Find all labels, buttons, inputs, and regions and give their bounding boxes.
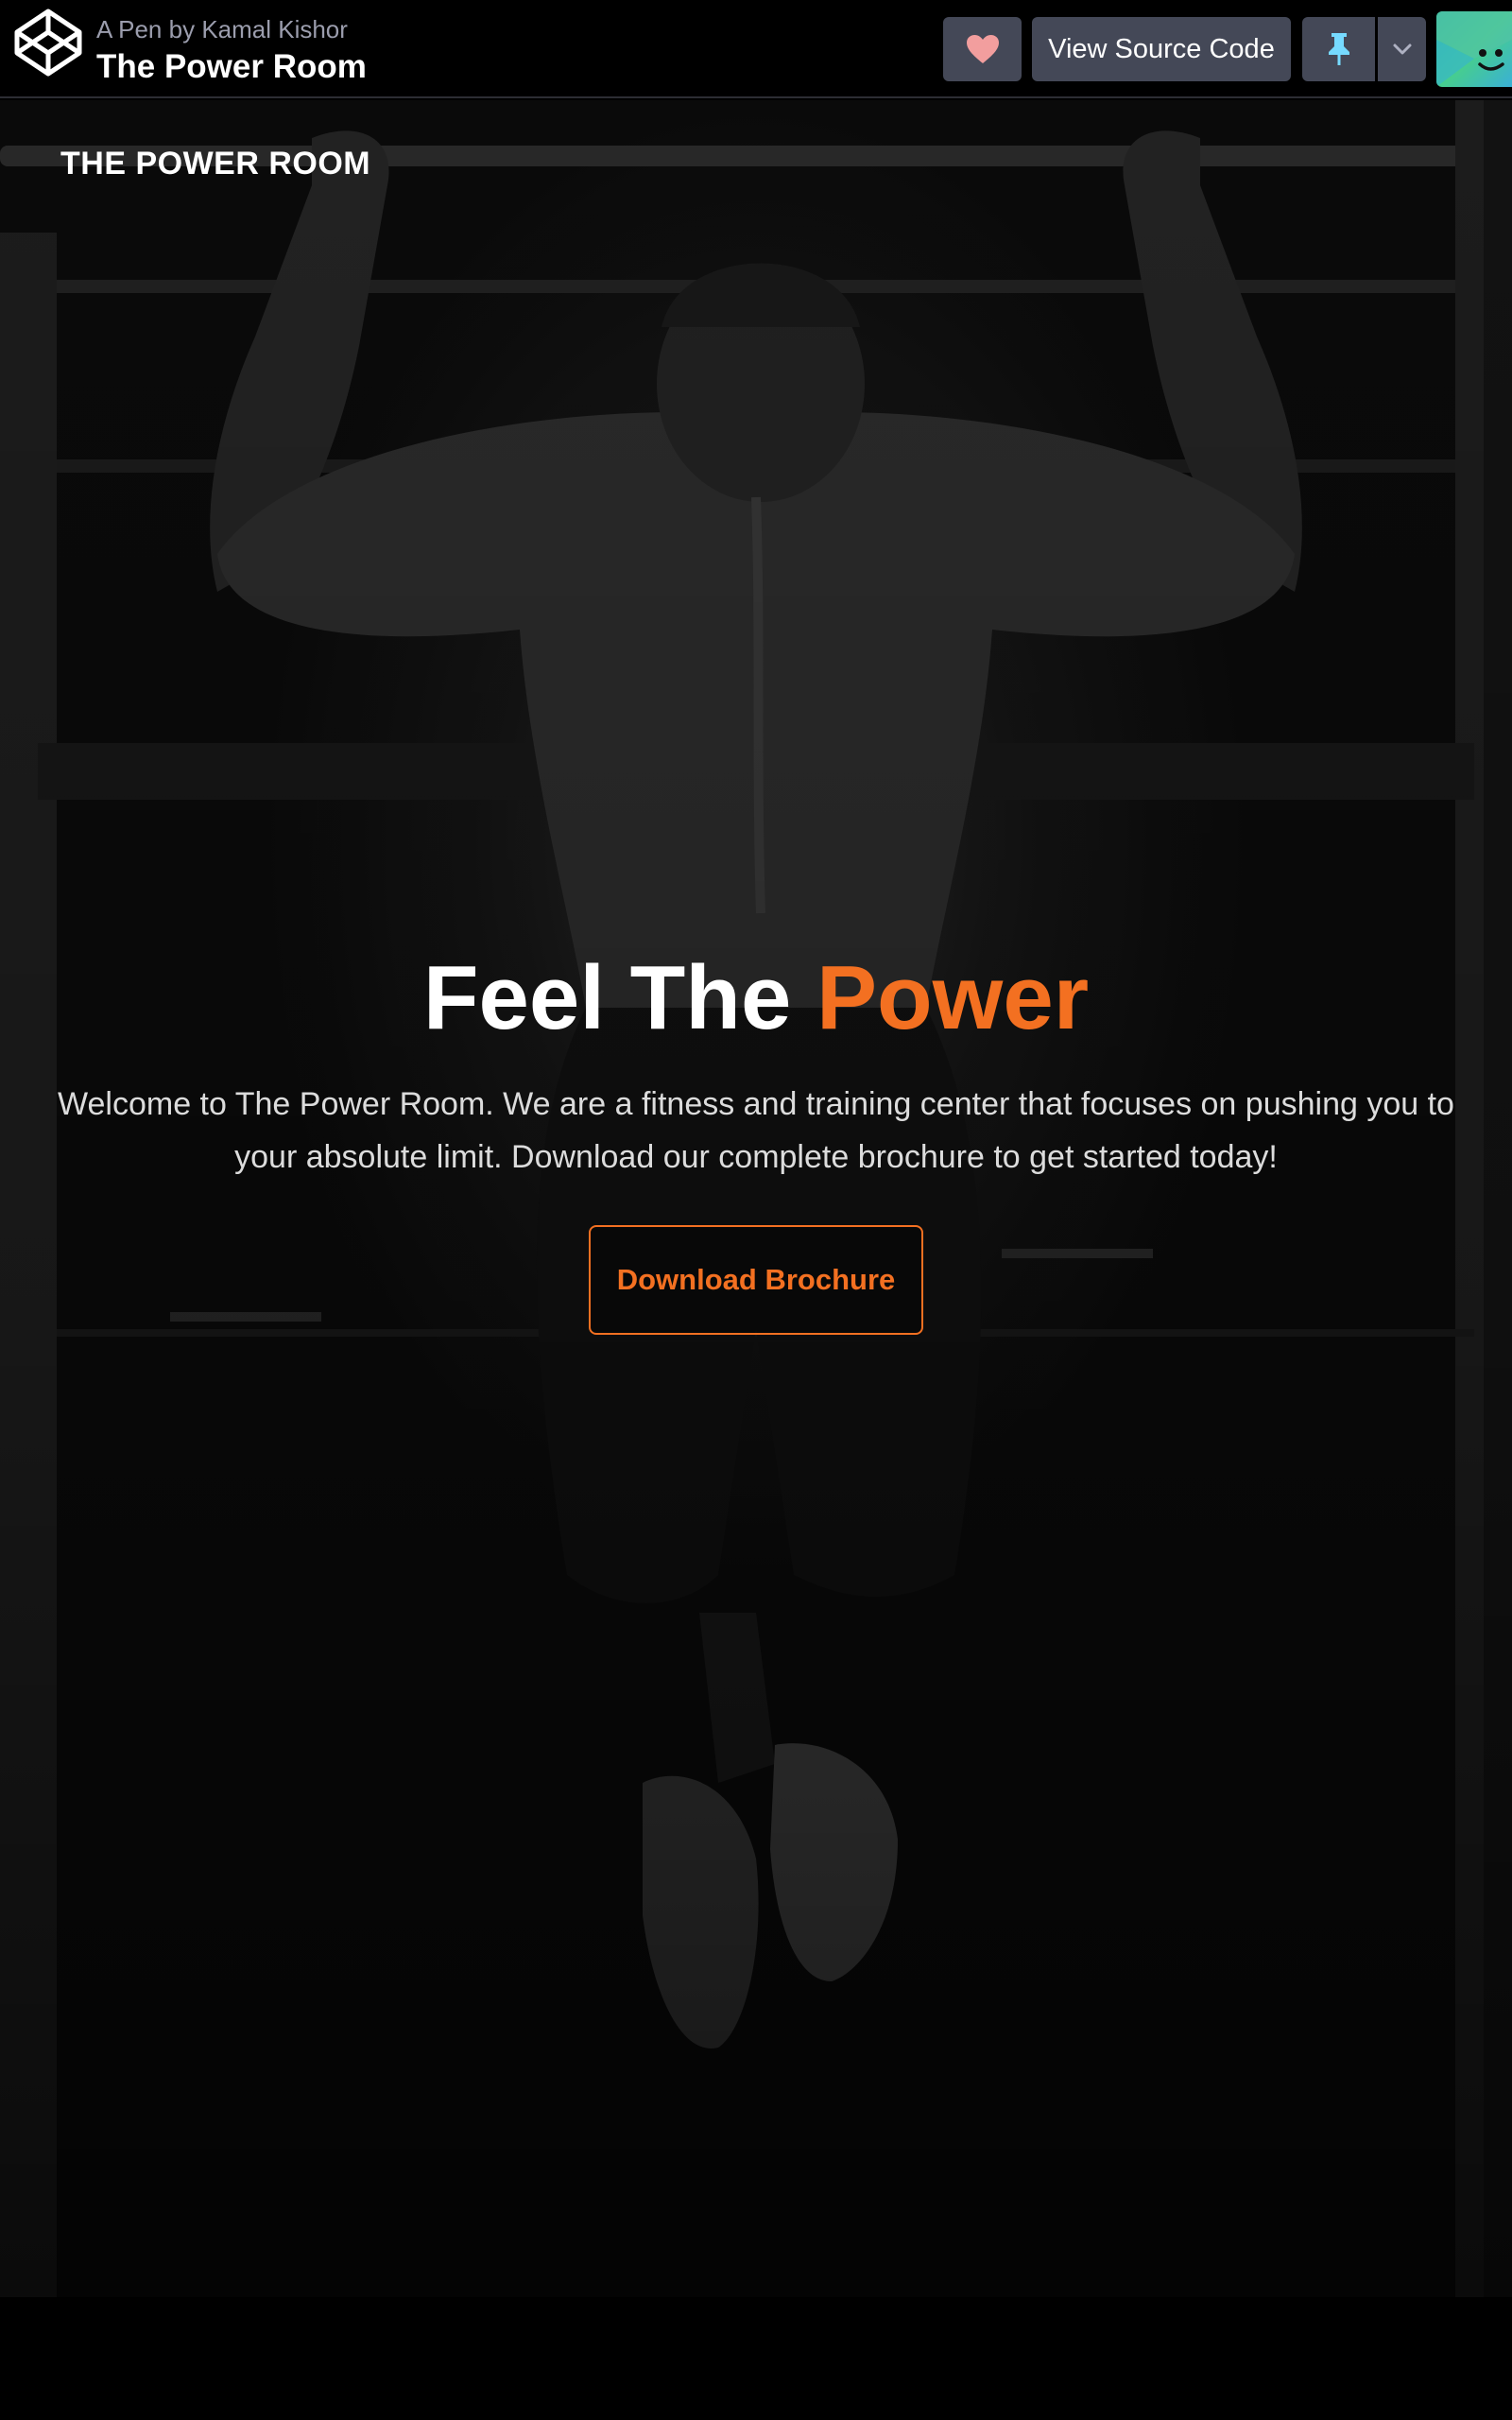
pin-dropdown-button[interactable] — [1378, 17, 1426, 81]
pin-icon — [1328, 33, 1349, 65]
view-source-button[interactable]: View Source Code — [1032, 17, 1291, 81]
chevron-down-icon — [1393, 43, 1411, 55]
hero-section: THE POWER ROOM Feel The Power Welcome to… — [0, 100, 1512, 2297]
page-footer-space — [0, 2297, 1512, 2420]
hero-title-main: Feel The — [422, 947, 792, 1048]
download-brochure-button[interactable]: Download Brochure — [589, 1225, 923, 1335]
byline-prefix: A Pen by — [96, 15, 196, 43]
site-brand-logo[interactable]: THE POWER ROOM — [60, 146, 370, 182]
like-button[interactable] — [943, 17, 1022, 81]
pin-button[interactable] — [1302, 17, 1375, 81]
hero-title: Feel The Power — [0, 942, 1512, 1055]
pen-title: The Power Room — [96, 48, 367, 85]
hero-content: Feel The Power Welcome to The Power Room… — [0, 942, 1512, 1335]
hero-description: Welcome to The Power Room. We are a fitn… — [58, 1086, 1454, 1175]
codepen-logo-icon[interactable] — [13, 8, 83, 78]
codepen-header: A Pen by Kamal Kishor The Power Room Vie… — [0, 0, 1512, 98]
heart-icon — [966, 35, 999, 63]
author-link[interactable]: Kamal Kishor — [201, 15, 348, 43]
hero-title-accent: Power — [816, 947, 1090, 1048]
pen-info: A Pen by Kamal Kishor The Power Room — [96, 13, 367, 87]
avatar-face-icon — [1436, 11, 1512, 87]
user-avatar[interactable] — [1436, 11, 1512, 87]
pen-byline: A Pen by Kamal Kishor — [96, 13, 367, 45]
